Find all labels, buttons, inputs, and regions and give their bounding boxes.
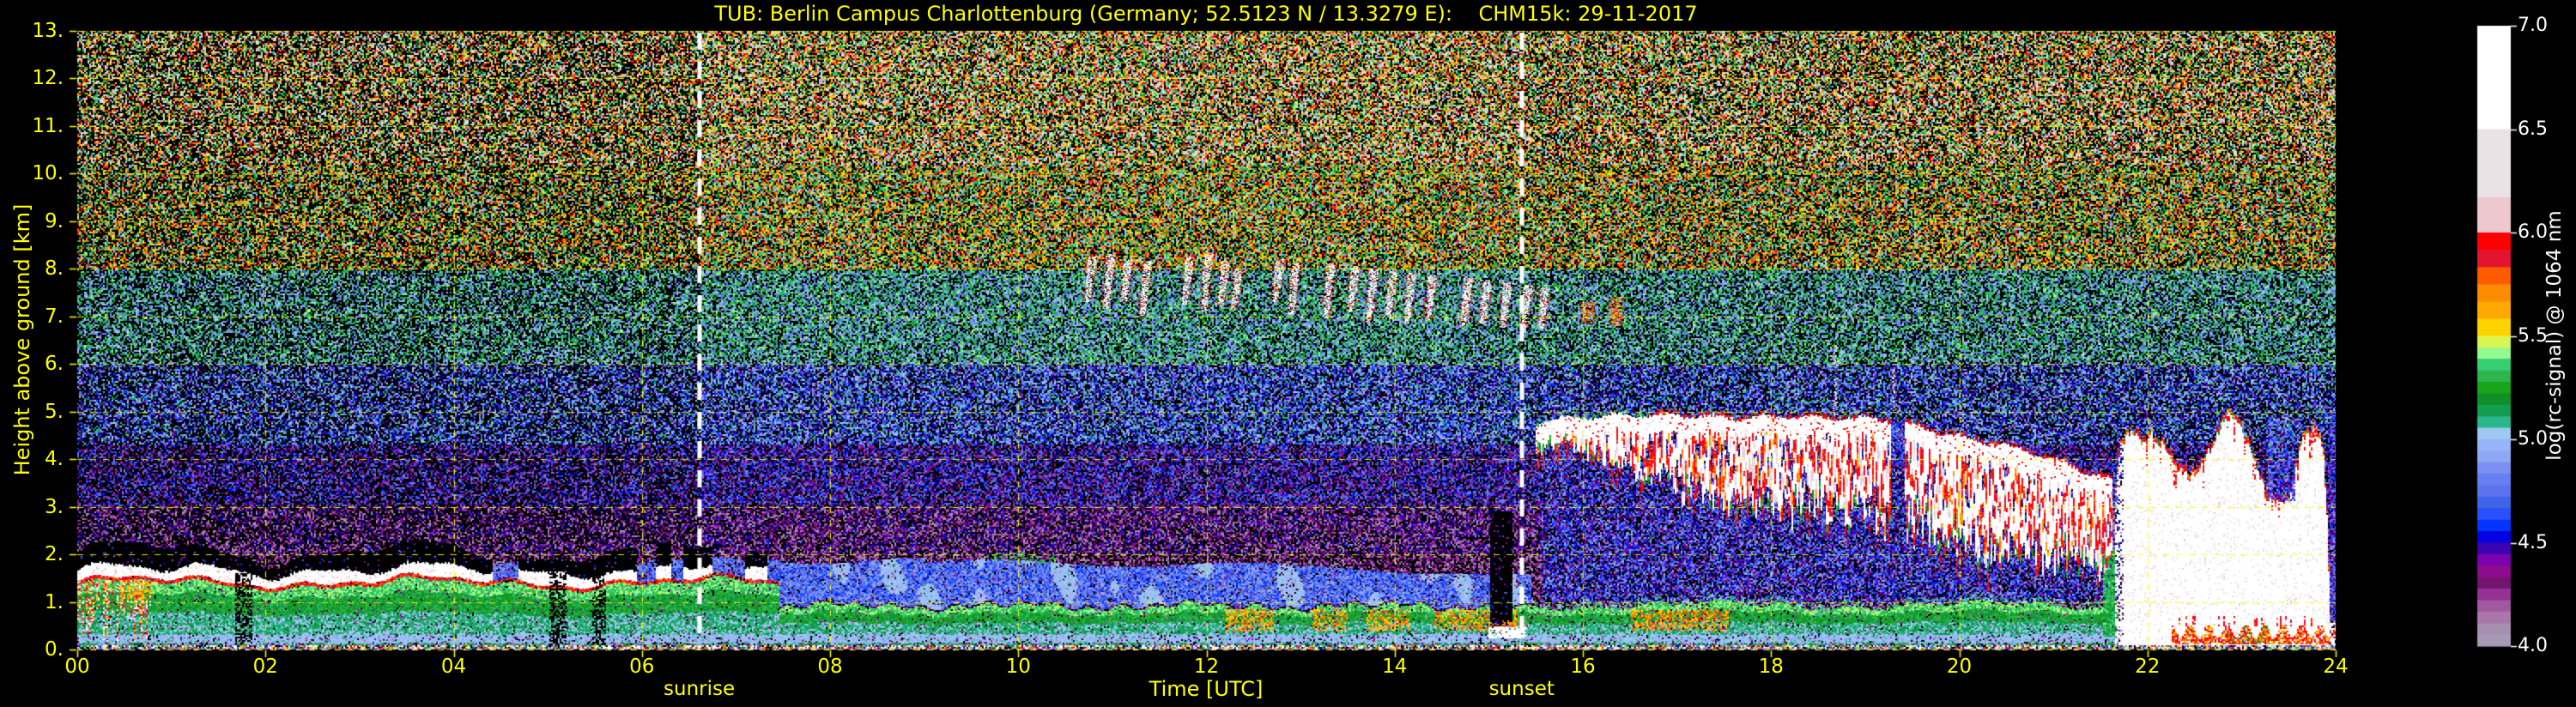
colorbar-tick-label: 7.0 — [2518, 15, 2548, 36]
x-tick-label: 14 — [1382, 656, 1408, 678]
y-tick-label: 8. — [45, 257, 64, 281]
y-tick-label: 3. — [45, 495, 64, 518]
y-tick-label: 6. — [45, 353, 64, 376]
event-label-sunrise: sunrise — [664, 678, 736, 700]
y-tick-label: 11. — [32, 114, 64, 137]
x-tick-label: 12 — [1193, 656, 1220, 678]
x-tick-label: 08 — [817, 656, 843, 678]
y-axis-label: Height above ground [km] — [10, 203, 34, 476]
heatmap-canvas — [0, 0, 2576, 707]
x-tick-label: 20 — [1946, 656, 1973, 678]
colorbar-label: log(rc-signal) @ 1064 nm — [2543, 210, 2566, 461]
x-tick-label: 24 — [2323, 656, 2349, 678]
y-tick-label: 4. — [45, 448, 64, 471]
y-tick-label: 13. — [32, 20, 64, 42]
x-axis-label: Time [UTC] — [1149, 677, 1264, 701]
y-tick-label: 7. — [45, 305, 64, 328]
x-tick-label: 10 — [1005, 656, 1031, 678]
y-tick-label: 1. — [45, 590, 64, 613]
x-tick-label: 16 — [1570, 656, 1596, 678]
colorbar-tick-label: 4.0 — [2518, 635, 2548, 656]
x-tick-label: 04 — [440, 656, 467, 678]
colorbar-tick-label: 6.5 — [2518, 118, 2548, 140]
y-tick-label: 2. — [45, 543, 64, 566]
x-tick-label: 18 — [1758, 656, 1784, 678]
x-tick-label: 02 — [252, 656, 278, 678]
colorbar-tick-label: 4.5 — [2518, 531, 2548, 553]
y-tick-label: 9. — [45, 209, 64, 233]
x-tick-label: 00 — [64, 656, 90, 678]
plot-title: TUB: Berlin Campus Charlottenburg (Germa… — [714, 2, 1698, 26]
x-tick-label: 06 — [629, 656, 655, 678]
ceilometer-quicklook-figure: TUB: Berlin Campus Charlottenburg (Germa… — [0, 0, 2576, 707]
y-tick-label: 5. — [45, 400, 64, 423]
y-tick-label: 10. — [32, 162, 64, 185]
y-tick-label: 12. — [32, 67, 64, 90]
event-label-sunset: sunset — [1488, 678, 1555, 700]
x-tick-label: 22 — [2135, 656, 2161, 678]
